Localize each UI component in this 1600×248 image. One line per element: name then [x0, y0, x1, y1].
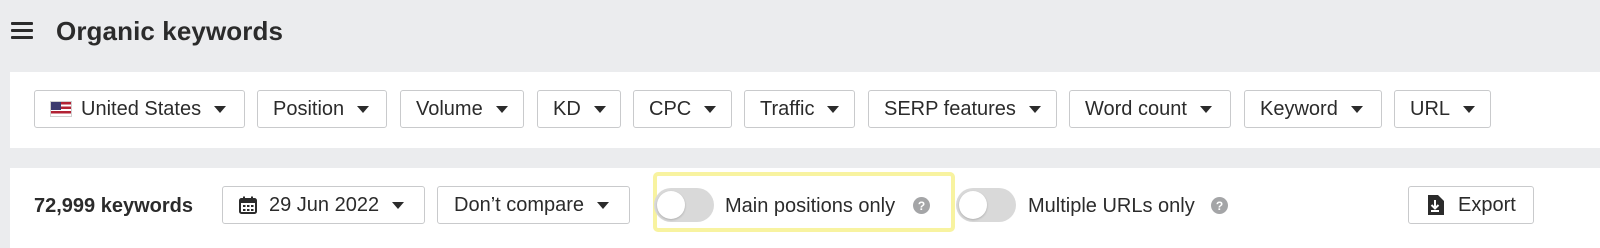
- chevron-down-icon: [495, 105, 508, 113]
- chevron-down-icon: [214, 105, 227, 113]
- toggle-knob: [959, 191, 987, 219]
- page-title: Organic keywords: [56, 16, 284, 46]
- filter-label: Position: [273, 97, 345, 120]
- filter-label: Word count: [1085, 97, 1187, 120]
- filter-cpc[interactable]: CPC: [633, 90, 732, 128]
- filter-bar: United States Position Volume KD CPC Tra…: [10, 72, 1600, 148]
- chevron-down-icon: [1199, 105, 1212, 113]
- calendar-icon: [239, 196, 257, 214]
- filter-label: CPC: [649, 97, 692, 120]
- filter-country[interactable]: United States: [34, 90, 245, 128]
- multiple-urls-label: Multiple URLs only: [1028, 195, 1195, 217]
- download-file-icon: [1428, 195, 1444, 215]
- filter-kd[interactable]: KD: [537, 90, 621, 128]
- date-picker-button[interactable]: 29 Jun 2022: [222, 186, 425, 224]
- keyword-count: 72,999 keywords: [34, 195, 193, 217]
- filter-url[interactable]: URL: [1394, 90, 1491, 128]
- export-label: Export: [1458, 193, 1516, 216]
- filter-volume[interactable]: Volume: [400, 90, 524, 128]
- compare-label: Don’t compare: [454, 193, 585, 216]
- chevron-down-icon: [1350, 105, 1363, 113]
- compare-dropdown[interactable]: Don’t compare: [437, 186, 630, 224]
- filter-word-count[interactable]: Word count: [1069, 90, 1231, 128]
- chevron-down-icon: [597, 201, 610, 209]
- filter-label: Traffic: [760, 97, 815, 120]
- export-button[interactable]: Export: [1408, 186, 1534, 224]
- filter-position[interactable]: Position: [257, 90, 387, 128]
- filter-label: United States: [81, 97, 202, 120]
- multiple-urls-toggle[interactable]: [956, 188, 1016, 222]
- filter-keyword[interactable]: Keyword: [1244, 90, 1382, 128]
- chevron-down-icon: [593, 105, 606, 113]
- results-toolbar: 72,999 keywords 29 Jun 2022 Don’t compar…: [10, 168, 1600, 248]
- filter-label: KD: [553, 97, 581, 120]
- help-icon[interactable]: ?: [1211, 197, 1228, 214]
- main-positions-toggle[interactable]: [654, 188, 714, 222]
- help-icon[interactable]: ?: [913, 197, 930, 214]
- chevron-down-icon: [357, 105, 370, 113]
- chevron-down-icon: [1028, 105, 1041, 113]
- filter-traffic[interactable]: Traffic: [744, 90, 855, 128]
- chevron-down-icon: [1463, 105, 1476, 113]
- chevron-down-icon: [827, 105, 840, 113]
- toggle-knob: [657, 191, 685, 219]
- chevron-down-icon: [392, 201, 405, 209]
- filter-label: SERP features: [884, 97, 1016, 120]
- hamburger-menu-icon[interactable]: [11, 22, 33, 40]
- page-header: Organic keywords: [0, 0, 1600, 66]
- filter-label: Keyword: [1260, 97, 1338, 120]
- main-positions-label: Main positions only: [725, 195, 896, 217]
- filter-label: Volume: [416, 97, 483, 120]
- filter-serp-features[interactable]: SERP features: [868, 90, 1057, 128]
- chevron-down-icon: [704, 105, 717, 113]
- filter-label: URL: [1410, 97, 1451, 120]
- us-flag-icon: [50, 101, 72, 117]
- date-label: 29 Jun 2022: [269, 193, 380, 216]
